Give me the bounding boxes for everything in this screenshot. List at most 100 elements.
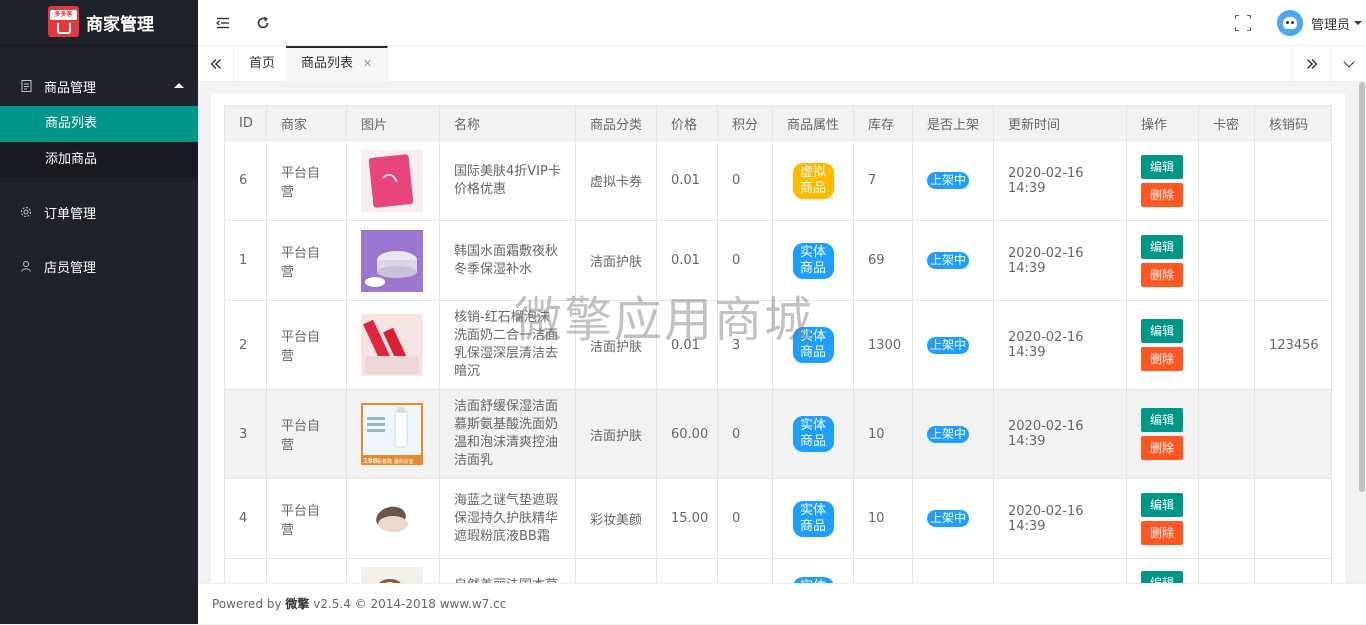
column-header: 价格	[656, 105, 718, 141]
product-thumbnail[interactable]	[361, 487, 423, 550]
row-attr-cell: 实体商品	[772, 389, 854, 479]
chevron-up-icon	[174, 83, 184, 88]
row-stock: 10	[868, 426, 885, 442]
row-updated-cell: 2020-02-16 14:39	[993, 478, 1127, 559]
edit-button[interactable]: 编辑	[1141, 234, 1183, 259]
row-points-cell: 0	[717, 220, 773, 301]
sidebar-item-staff[interactable]: 店员管理	[0, 246, 198, 286]
product-thumbnail[interactable]	[361, 149, 423, 212]
column-header: 是否上架	[912, 105, 994, 141]
row-category-cell: 洁面护肤	[575, 220, 657, 301]
row-updated: 2020-02-16 14:39	[1008, 330, 1084, 360]
table-header-row: ID 商家 图片 名称 商品分类 价格 积分 商品属性 库存 是否上架 更新时间 操作 卡密 核销码	[224, 105, 1332, 141]
status-badge: 上架中	[927, 252, 970, 269]
row-stock-cell: 1300	[853, 300, 913, 390]
column-header: 库存	[853, 105, 913, 141]
delete-button[interactable]: 删除	[1141, 182, 1183, 207]
table-row[interactable]: 1 平台自营 韩国水面霜敷夜秋冬季保湿补水 洁面护肤 0.01 0 实体商品 69 上架中 202…	[224, 220, 1332, 301]
delete-button[interactable]: 删除	[1141, 436, 1183, 460]
fullscreen-icon[interactable]	[1234, 15, 1251, 31]
footer-brand: 微擎	[285, 597, 310, 611]
row-price: 60.00	[671, 426, 709, 442]
table-row[interactable]: 4 平台自营 海蓝之谜气垫遮瑕保湿持久护肤精华遮瑕粉底液BB霜 彩妆美颜 15.00 0 实…	[224, 478, 1332, 559]
row-updated-cell	[993, 558, 1127, 583]
status-badge: 上架中	[927, 425, 970, 443]
edit-button[interactable]: 编辑	[1141, 154, 1183, 179]
sidebar-item-goods-list[interactable]: 商品列表	[0, 106, 198, 142]
product-thumbnail[interactable]: 198 氨基酸 温和洁面	[361, 403, 423, 465]
refresh-icon[interactable]	[254, 14, 272, 32]
sidebar-item-orders[interactable]: 订单管理	[0, 192, 198, 232]
row-image-cell	[346, 300, 440, 390]
edit-button[interactable]: 编辑	[1141, 408, 1183, 432]
row-merchant: 平台自营	[281, 165, 321, 200]
row-points: 0	[732, 511, 741, 526]
menu-toggle-icon[interactable]	[214, 14, 232, 32]
attr-badge: 实体商品	[792, 500, 834, 537]
table-row[interactable]: 自然美丽法国本草 实体商品编辑	[224, 558, 1332, 583]
table-row[interactable]: 6 平台自营 国际美肤4折VIP卡价格优惠 虚拟卡券 0.01 0 虚拟商品 7 上架中 2020…	[224, 140, 1332, 221]
row-code-cell	[1254, 389, 1332, 479]
close-icon[interactable]: ✕	[363, 57, 372, 70]
sidebar-item-add-goods[interactable]: 添加商品	[0, 142, 198, 178]
scrollbar[interactable]	[1358, 82, 1366, 583]
row-stock: 7	[868, 173, 877, 188]
double-chevron-left-icon[interactable]	[198, 46, 234, 82]
row-points: 0	[732, 173, 741, 188]
product-thumbnail[interactable]	[361, 229, 423, 292]
row-status-cell: 上架中	[912, 140, 994, 221]
row-merchant-cell: 平台自营	[266, 300, 347, 390]
double-chevron-right-icon[interactable]	[1292, 46, 1330, 82]
row-price-cell: 15.00	[656, 478, 718, 559]
row-updated-cell: 2020-02-16 14:39	[993, 300, 1127, 390]
row-image-cell	[346, 558, 440, 583]
row-attr-cell: 虚拟商品	[772, 140, 854, 221]
edit-button[interactable]: 编辑	[1141, 571, 1183, 583]
row-updated: 2020-02-16 14:39	[1008, 165, 1084, 196]
sidebar-menu: 商品管理 商品列表 添加商品 订单管理 店员管理	[0, 66, 198, 286]
row-stock-cell: 10	[853, 478, 913, 559]
admin-name[interactable]: 管理员	[1311, 14, 1350, 33]
row-category-cell: 虚拟卡券	[575, 140, 657, 221]
row-stock-cell: 10	[853, 389, 913, 479]
row-status-cell	[912, 558, 994, 583]
delete-button[interactable]: 删除	[1141, 520, 1183, 545]
edit-button[interactable]: 编辑	[1141, 492, 1183, 517]
row-card-cell	[1198, 140, 1255, 221]
row-stock: 69	[868, 253, 885, 268]
table-row[interactable]: 3 平台自营 198 氨基酸 温和洁面 洁面舒缓保湿洁面慕斯氨基酸洗面奶温和泡沫清爽控油…	[224, 389, 1332, 479]
row-price-cell: 0.01	[656, 140, 718, 221]
row-merchant-cell: 平台自营	[266, 389, 347, 479]
edit-button[interactable]: 编辑	[1141, 319, 1183, 343]
row-points-cell: 0	[717, 140, 773, 221]
sidebar-item-goods[interactable]: 商品管理	[0, 66, 198, 106]
sidebar: 多多客 商家管理 商品管理 商品列表 添加商品 订单管理 店员管理	[0, 0, 198, 624]
product-name: 国际美肤4折VIP卡价格优惠	[454, 163, 561, 197]
column-header: 操作	[1126, 105, 1199, 141]
row-category: 虚拟卡券	[590, 175, 643, 190]
row-merchant-cell: 平台自营	[266, 140, 347, 221]
delete-button[interactable]: 删除	[1141, 347, 1183, 371]
table-row[interactable]: 2 平台自营 核销-红石榴泡沫洗面奶二合一洁面乳保湿深层清洁去暗沉 洁面护肤 0.01 3…	[224, 300, 1332, 390]
row-price: 15.00	[671, 511, 709, 526]
attr-badge: 虚拟商品	[792, 162, 834, 199]
row-attr-cell: 实体商品	[772, 300, 854, 390]
row-category: 洁面护肤	[590, 428, 643, 444]
row-card-cell	[1198, 478, 1255, 559]
tab-goods-list[interactable]: 商品列表 ✕	[286, 46, 389, 82]
chevron-down-icon[interactable]	[1330, 46, 1366, 82]
caret-down-icon[interactable]	[1354, 21, 1362, 25]
row-price-cell: 0.01	[656, 220, 718, 301]
tab-home[interactable]: 首页	[234, 46, 292, 82]
product-thumbnail[interactable]	[361, 567, 423, 583]
product-thumbnail[interactable]	[361, 314, 423, 376]
avatar[interactable]	[1276, 10, 1303, 36]
row-actions-cell: 编辑 删除	[1126, 140, 1199, 221]
row-id-cell: 4	[224, 478, 267, 559]
delete-button[interactable]: 删除	[1141, 262, 1183, 287]
sidebar-item-label: 商品管理	[44, 80, 97, 96]
column-header: 商品属性	[772, 105, 854, 141]
row-name-cell: 自然美丽法国本草	[439, 558, 576, 583]
row-updated-cell: 2020-02-16 14:39	[993, 389, 1127, 479]
column-header: 名称	[439, 105, 576, 141]
